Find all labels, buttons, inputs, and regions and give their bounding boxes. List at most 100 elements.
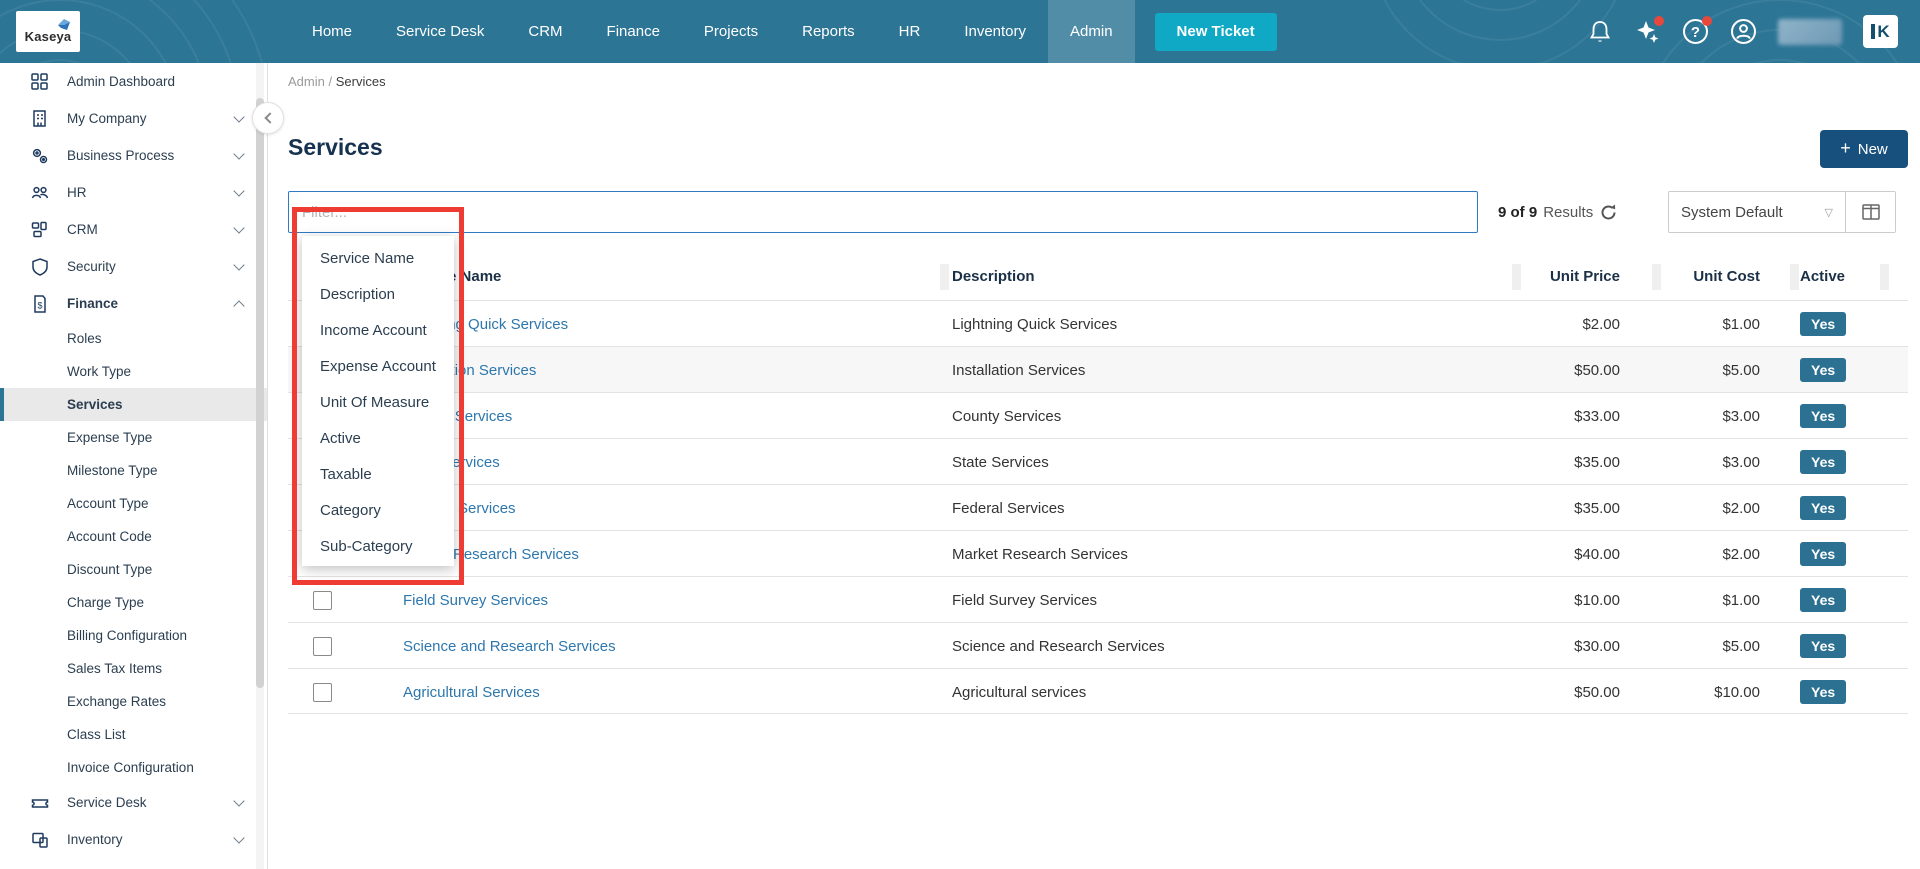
breadcrumb-separator: /	[328, 74, 335, 89]
filter-dropdown-item-category[interactable]: Category	[302, 492, 454, 528]
bell-icon[interactable]	[1586, 18, 1613, 45]
filter-input[interactable]	[288, 191, 1478, 233]
sidebar-item-class-list[interactable]: Class List	[0, 718, 267, 751]
nav-item-finance[interactable]: Finance	[585, 0, 682, 63]
new-ticket-button[interactable]: New Ticket	[1155, 13, 1277, 51]
sidebar-item-discount-type[interactable]: Discount Type	[0, 553, 267, 586]
sidebar-item-label: Work Type	[67, 364, 131, 379]
unit-price: $35.00	[1468, 485, 1620, 531]
notification-dot	[1702, 16, 1712, 26]
nav-item-hr[interactable]: HR	[877, 0, 943, 63]
filter-dropdown-item-active[interactable]: Active	[302, 420, 454, 456]
sidebar-item-charge-type[interactable]: Charge Type	[0, 586, 267, 619]
service-name-link[interactable]: Science and Research Services	[403, 638, 616, 655]
profile-icon[interactable]	[1730, 18, 1757, 45]
security-icon	[30, 257, 50, 277]
sidebar-item-expense-type[interactable]: Expense Type	[0, 421, 267, 454]
sidebar-item-finance[interactable]: $Finance	[0, 285, 267, 322]
sidebar-list: Admin DashboardMy CompanyBusiness Proces…	[0, 63, 267, 869]
row-checkbox[interactable]	[313, 683, 332, 702]
column-divider	[1652, 264, 1661, 290]
columns-icon	[1862, 204, 1880, 220]
new-service-button[interactable]: + New	[1820, 130, 1908, 168]
sidebar-item-my-company[interactable]: My Company	[0, 100, 267, 137]
service-description: Agricultural services	[952, 669, 1086, 715]
nav-item-reports[interactable]: Reports	[780, 0, 877, 63]
service-description: Field Survey Services	[952, 577, 1097, 623]
nav-item-home[interactable]: Home	[290, 0, 374, 63]
sidebar-scrollbar-thumb[interactable]	[256, 98, 264, 688]
sidebar-item-label: Class List	[67, 727, 126, 742]
chevron-down-icon	[233, 259, 244, 270]
nav-item-inventory[interactable]: Inventory	[942, 0, 1048, 63]
unit-cost: $1.00	[1618, 301, 1760, 347]
plus-icon: +	[1840, 138, 1851, 159]
sidebar-item-label: Exchange Rates	[67, 694, 166, 709]
sidebar-item-label: Roles	[67, 331, 102, 346]
unit-cost: $10.00	[1618, 669, 1760, 715]
notification-dot	[1654, 16, 1664, 26]
filter-dropdown-item-income-account[interactable]: Income Account	[302, 312, 454, 348]
sidebar-item-crm[interactable]: CRM	[0, 211, 267, 248]
sidebar-item-invoice-configuration[interactable]: Invoice Configuration	[0, 751, 267, 784]
nav-item-service-desk[interactable]: Service Desk	[374, 0, 506, 63]
sidebar-item-business-process[interactable]: Business Process	[0, 137, 267, 174]
sidebar-item-inventory[interactable]: Inventory	[0, 821, 267, 858]
sidebar-item-roles[interactable]: Roles	[0, 322, 267, 355]
sidebar-item-work-type[interactable]: Work Type	[0, 355, 267, 388]
hr-icon	[30, 183, 50, 203]
sidebar-item-admin-dashboard[interactable]: Admin Dashboard	[0, 63, 267, 100]
breadcrumb-parent[interactable]: Admin	[288, 74, 325, 89]
svg-text:$: $	[37, 300, 42, 310]
sidebar-item-label: Discount Type	[67, 562, 152, 577]
sidebar-item-hr[interactable]: HR	[0, 174, 267, 211]
filter-dropdown-item-unit-of-measure[interactable]: Unit Of Measure	[302, 384, 454, 420]
column-header-active[interactable]: Active	[1800, 252, 1845, 300]
filter-column-dropdown: Service NameDescriptionIncome AccountExp…	[302, 236, 454, 566]
sidebar-item-label: Service Desk	[67, 795, 147, 810]
sidebar-item-milestone-type[interactable]: Milestone Type	[0, 454, 267, 487]
filter-dropdown-item-taxable[interactable]: Taxable	[302, 456, 454, 492]
column-header-unit-cost[interactable]: Unit Cost	[1618, 252, 1760, 300]
sidebar-item-services[interactable]: Services	[0, 388, 267, 421]
sidebar-item-projects[interactable]: Projects	[0, 858, 267, 869]
sidebar-collapse-button[interactable]	[252, 102, 284, 134]
column-header-unit-price[interactable]: Unit Price	[1468, 252, 1620, 300]
sidebar-item-sales-tax-items[interactable]: Sales Tax Items	[0, 652, 267, 685]
sidebar-item-account-code[interactable]: Account Code	[0, 520, 267, 553]
filter-dropdown-item-sub-category[interactable]: Sub-Category	[302, 528, 454, 564]
sidebar-item-service-desk[interactable]: Service Desk	[0, 784, 267, 821]
column-settings-button[interactable]	[1845, 192, 1895, 232]
help-icon[interactable]: ?	[1682, 18, 1709, 45]
unit-cost: $3.00	[1618, 393, 1760, 439]
row-checkbox[interactable]	[313, 591, 332, 610]
sidebar-item-security[interactable]: Security	[0, 248, 267, 285]
column-divider	[1790, 264, 1799, 290]
nav-item-projects[interactable]: Projects	[682, 0, 780, 63]
nav-item-crm[interactable]: CRM	[506, 0, 584, 63]
filter-dropdown-item-service-name[interactable]: Service Name	[302, 240, 454, 276]
nav-item-admin[interactable]: Admin	[1048, 0, 1135, 63]
service-name-link[interactable]: Agricultural Services	[403, 684, 540, 701]
filter-dropdown-item-expense-account[interactable]: Expense Account	[302, 348, 454, 384]
active-badge: Yes	[1800, 634, 1846, 658]
refresh-icon[interactable]	[1599, 203, 1618, 222]
user-name-blurred[interactable]	[1778, 19, 1842, 45]
view-selector[interactable]: System Default ▽	[1669, 192, 1845, 232]
filter-dropdown-item-description[interactable]: Description	[302, 276, 454, 312]
kaseya-one-icon[interactable]: K	[1863, 15, 1898, 48]
chevron-down-icon	[233, 795, 244, 806]
sidebar-item-label: Account Type	[67, 496, 149, 511]
sparkle-ai-icon[interactable]	[1634, 18, 1661, 45]
view-selector-group: System Default ▽	[1668, 191, 1896, 233]
kaseya-logo[interactable]: Kaseya	[16, 11, 80, 52]
service-name-link[interactable]: Field Survey Services	[403, 592, 548, 609]
unit-price: $33.00	[1468, 393, 1620, 439]
row-checkbox[interactable]	[313, 637, 332, 656]
sidebar-item-billing-configuration[interactable]: Billing Configuration	[0, 619, 267, 652]
unit-price: $2.00	[1468, 301, 1620, 347]
sidebar-item-label: Milestone Type	[67, 463, 158, 478]
sidebar-item-account-type[interactable]: Account Type	[0, 487, 267, 520]
sidebar-item-exchange-rates[interactable]: Exchange Rates	[0, 685, 267, 718]
column-header-description[interactable]: Description	[952, 252, 1035, 300]
